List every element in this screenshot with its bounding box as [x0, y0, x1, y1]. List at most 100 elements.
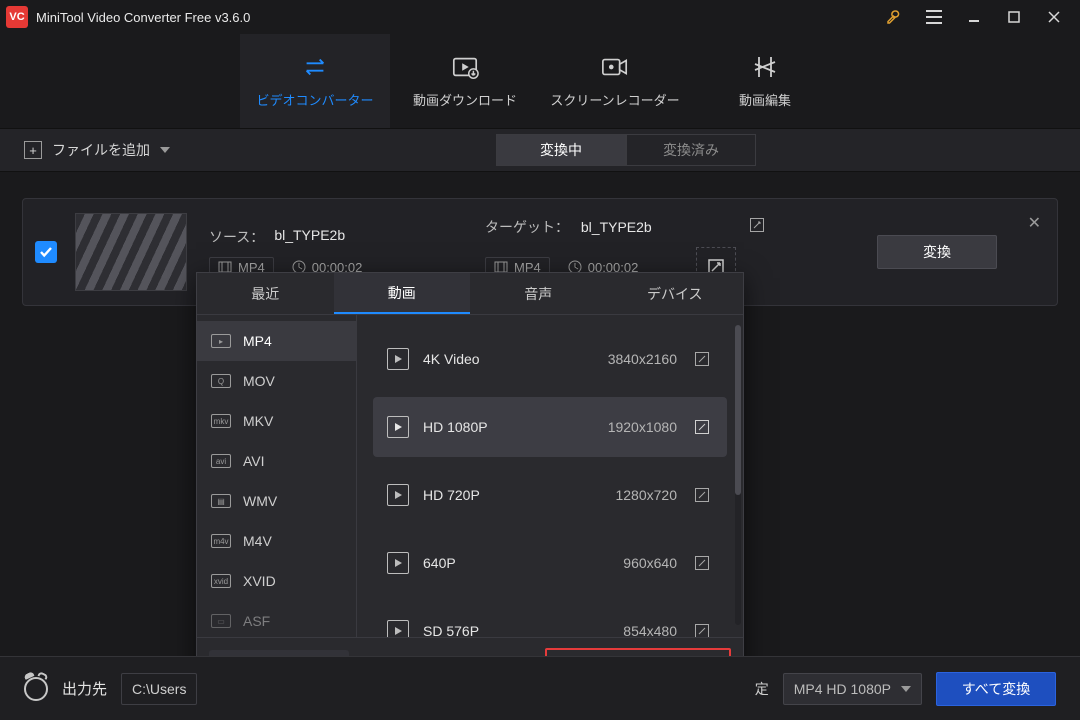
premium-key-icon[interactable] [874, 0, 914, 34]
tab-label: 動画編集 [739, 90, 791, 109]
app-title: MiniTool Video Converter Free v3.6.0 [36, 10, 250, 25]
edit-target-icon[interactable] [749, 217, 765, 237]
format-label: AVI [243, 453, 265, 469]
edit-preset-icon[interactable] [691, 555, 713, 571]
tab-label: 動画ダウンロード [413, 90, 517, 109]
target-label: ターゲット： [485, 219, 569, 235]
format-icon: avi [211, 454, 231, 468]
format-m4v[interactable]: m4v M4V [197, 521, 356, 561]
format-label: WMV [243, 493, 277, 509]
format-icon: ▭ [211, 614, 231, 628]
video-file-icon [387, 620, 409, 637]
format-icon: Q [211, 374, 231, 388]
format-xvid[interactable]: xvid XVID [197, 561, 356, 601]
resolution-dim: 854x480 [587, 623, 677, 637]
format-label: XVID [243, 573, 276, 589]
format-icon: ▸ [211, 334, 231, 348]
source-label: ソース： [209, 227, 264, 247]
convert-button[interactable]: 変換 [877, 235, 997, 269]
converter-icon [301, 54, 329, 80]
popup-tab-device[interactable]: デバイス [607, 273, 744, 314]
format-label: M4V [243, 533, 272, 549]
resolution-640p[interactable]: 640P 960x640 [373, 533, 727, 593]
menu-icon[interactable] [914, 0, 954, 34]
recorder-icon [601, 54, 629, 80]
item-thumbnail [75, 213, 187, 291]
format-icon: xvid [211, 574, 231, 588]
chevron-down-icon [160, 147, 170, 153]
edit-preset-icon[interactable] [691, 623, 713, 637]
format-list: ▸ MP4 Q MOV mkv MKV avi AVI ▤ WMV m4v M4V xvid… [197, 315, 357, 637]
format-icon: m4v [211, 534, 231, 548]
plus-box-icon: + [24, 141, 42, 159]
close-icon[interactable] [1034, 0, 1074, 34]
add-file-button[interactable]: + ファイルを追加 [24, 140, 170, 160]
tab-edit[interactable]: 動画編集 [690, 34, 840, 128]
tab-converting[interactable]: 変換中 [496, 134, 626, 166]
item-checkbox[interactable] [35, 241, 57, 263]
resolution-name: SD 576P [423, 623, 573, 637]
toolbar: + ファイルを追加 変換中 変換済み [0, 128, 1080, 172]
format-wmv[interactable]: ▤ WMV [197, 481, 356, 521]
format-label: ASF [243, 613, 270, 629]
edit-preset-icon[interactable] [691, 351, 713, 367]
resolution-pane: 4K Video 3840x2160 HD 1080P 1920x1080 HD… [357, 315, 743, 637]
add-file-label: ファイルを追加 [52, 140, 150, 160]
chevron-down-icon [901, 686, 911, 692]
alarm-clock-icon[interactable] [24, 677, 48, 701]
format-avi[interactable]: avi AVI [197, 441, 356, 481]
video-file-icon [387, 552, 409, 574]
source-filename: bl_TYPE2b [274, 227, 345, 247]
maximize-icon[interactable] [994, 0, 1034, 34]
remove-item-icon[interactable]: ✕ [1028, 213, 1041, 233]
tab-recorder[interactable]: スクリーンレコーダー [540, 34, 690, 128]
popup-tab-video[interactable]: 動画 [334, 273, 471, 314]
format-mp4[interactable]: ▸ MP4 [197, 321, 356, 361]
video-file-icon [387, 484, 409, 506]
edit-icon [751, 54, 779, 80]
edit-preset-icon[interactable] [691, 487, 713, 503]
title-bar: VC MiniTool Video Converter Free v3.6.0 [0, 0, 1080, 34]
tab-label: スクリーンレコーダー [550, 90, 679, 109]
popup-tab-audio[interactable]: 音声 [470, 273, 607, 314]
convert-all-button[interactable]: すべて変換 [936, 672, 1056, 706]
video-file-icon [387, 416, 409, 438]
format-mov[interactable]: Q MOV [197, 361, 356, 401]
target-filename: bl_TYPE2b [581, 219, 652, 235]
output-label: 出力先 [62, 678, 107, 699]
minimize-icon[interactable] [954, 0, 994, 34]
format-label: MP4 [243, 333, 272, 349]
resolution-dim: 1920x1080 [587, 419, 677, 435]
tab-converted[interactable]: 変換済み [626, 134, 756, 166]
output-path-field[interactable]: C:\Users [121, 673, 197, 705]
preset-value: MP4 HD 1080P [794, 681, 891, 697]
download-icon [451, 54, 479, 80]
format-icon: mkv [211, 414, 231, 428]
tab-download[interactable]: 動画ダウンロード [390, 34, 540, 128]
bottom-bar: 出力先 C:\Users 定 MP4 HD 1080P すべて変換 [0, 656, 1080, 720]
resolution-name: 640P [423, 555, 573, 571]
main-tabs: ビデオコンバーター 動画ダウンロード スクリーンレコーダー 動画編集 [0, 34, 1080, 128]
edit-preset-icon[interactable] [691, 419, 713, 435]
resolution-720p[interactable]: HD 720P 1280x720 [373, 465, 727, 525]
scrollbar-thumb[interactable] [735, 325, 741, 495]
resolution-name: HD 720P [423, 487, 573, 503]
tab-converter[interactable]: ビデオコンバーター [240, 34, 390, 128]
resolution-dim: 3840x2160 [587, 351, 677, 367]
resolution-1080p[interactable]: HD 1080P 1920x1080 [373, 397, 727, 457]
resolution-4k[interactable]: 4K Video 3840x2160 [373, 329, 727, 389]
format-label: MOV [243, 373, 275, 389]
format-asf[interactable]: ▭ ASF [197, 601, 356, 637]
app-logo: VC [6, 6, 28, 28]
video-file-icon [387, 348, 409, 370]
popup-tab-recent[interactable]: 最近 [197, 273, 334, 314]
preset-dropdown[interactable]: MP4 HD 1080P [783, 673, 922, 705]
resolution-dim: 960x640 [587, 555, 677, 571]
format-mkv[interactable]: mkv MKV [197, 401, 356, 441]
target-setting-trunc: 定 [755, 679, 769, 699]
format-label: MKV [243, 413, 273, 429]
resolution-576p[interactable]: SD 576P 854x480 [373, 601, 727, 637]
resolution-dim: 1280x720 [587, 487, 677, 503]
tab-label: ビデオコンバーター [256, 90, 373, 109]
format-icon: ▤ [211, 494, 231, 508]
